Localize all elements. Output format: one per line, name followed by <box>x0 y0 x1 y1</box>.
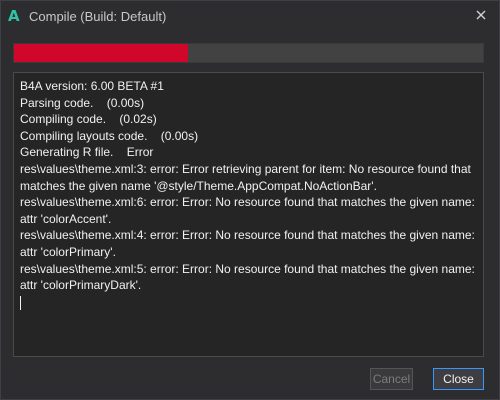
title-bar[interactable]: A Compile (Build: Default) <box>1 1 499 31</box>
close-icon-glyph <box>476 10 486 20</box>
log-line: res\values\theme.xml:5: error: Error: No… <box>20 261 475 276</box>
log-line: B4A version: 6.00 BETA #1 <box>20 79 164 93</box>
log-line: Compiling layouts code. (0.00s) <box>20 128 199 143</box>
log-line: res\values\theme.xml:3: error: Error ret… <box>20 161 471 176</box>
compile-output-log[interactable]: B4A version: 6.00 BETA #1 Parsing code. … <box>13 72 484 357</box>
b4a-app-icon: A <box>8 7 20 25</box>
progress-fill <box>14 44 188 62</box>
log-line: matches the given name '@style/Theme.App… <box>20 178 377 193</box>
log-line: Generating R file. Error <box>20 145 154 160</box>
log-line: res\values\theme.xml:4: error: Error: No… <box>20 228 475 243</box>
log-line: Compiling code. (0.02s) <box>20 112 157 127</box>
close-button[interactable]: Close <box>433 368 484 390</box>
text-caret <box>20 295 21 310</box>
log-line: attr 'colorPrimary'. <box>20 244 116 259</box>
close-icon[interactable] <box>473 7 489 23</box>
log-lines: B4A version: 6.00 BETA #1 Parsing code. … <box>20 78 477 294</box>
cancel-button[interactable]: Cancel <box>370 368 413 390</box>
log-line: Parsing code. (0.00s) <box>20 95 145 110</box>
log-line: res\values\theme.xml:6: error: Error: No… <box>20 195 475 210</box>
log-line: attr 'colorPrimaryDark'. <box>20 278 142 293</box>
window-title: Compile (Build: Default) <box>29 9 167 24</box>
log-line: attr 'colorAccent'. <box>20 211 112 226</box>
compile-progress-bar <box>13 43 484 63</box>
compile-dialog: A Compile (Build: Default) B4A version: … <box>0 0 500 400</box>
